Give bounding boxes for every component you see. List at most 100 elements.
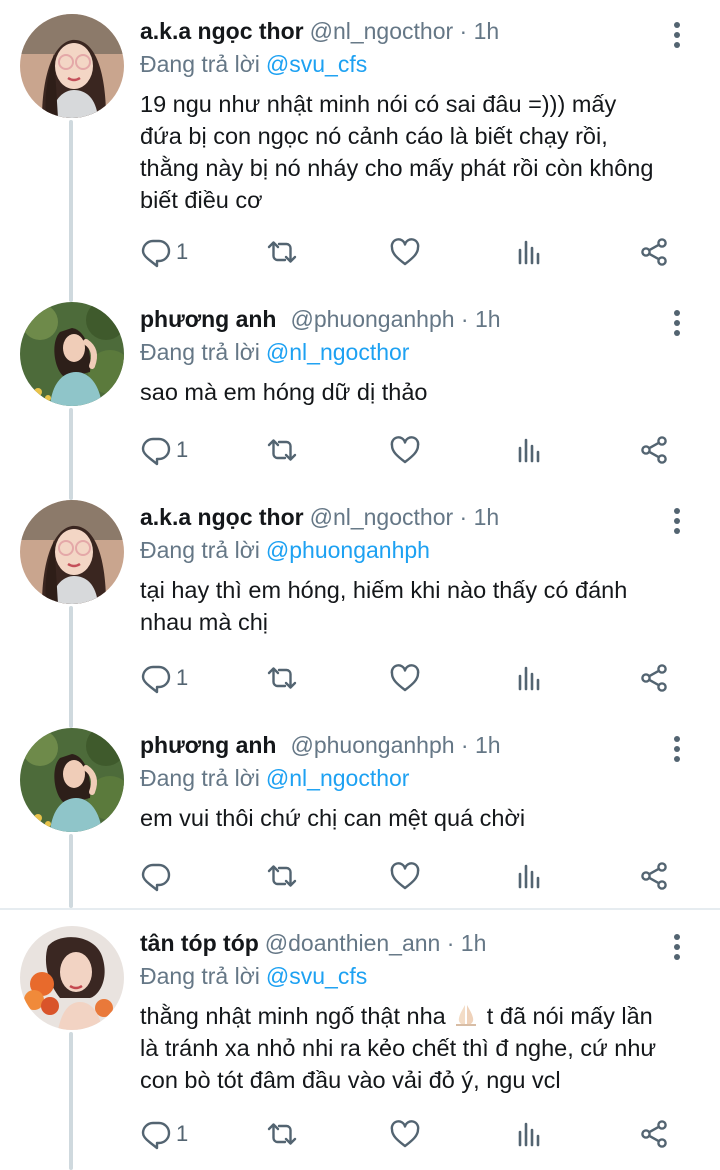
tweet-text-line: 19 ngu như nhật minh nói có sai đâu =)))… [140,91,617,117]
handle-time: @nl_ngocthor · 1h [309,504,500,530]
like-button[interactable] [389,430,421,470]
handle-time: @nl_ngocthor · 1h [309,18,500,44]
replying-to-label: Đang trả lời [140,51,260,77]
retweet-icon [266,434,298,466]
replying-to: Đang trả lời @nl_ngocthor [140,762,409,794]
reply-icon [140,860,172,892]
avatar[interactable] [20,926,124,1030]
reply-button[interactable]: 1 [140,232,188,272]
avatar[interactable] [20,728,124,832]
tweet-text-line: là tránh xa nhỏ nhi ra kẻo chết thì đ ng… [140,1035,657,1061]
retweet-button[interactable] [266,856,298,896]
share-icon [638,860,670,892]
reply-count: 1 [176,665,189,690]
display-name[interactable]: a.k.a ngọc thor [140,18,304,44]
more-vertical-icon[interactable] [664,306,692,340]
tweet-header: phương anh @phuonganhph · 1h [140,728,501,762]
tweet[interactable]: a.k.a ngọc thor @nl_ngocthor · 1h Đang tr… [0,500,720,710]
tweet-text-line: con bò tót đâm đầu vào vải đỏ ý, ngu vcl [140,1067,561,1093]
replying-to: Đang trả lời @nl_ngocthor [140,336,409,368]
analytics-icon [514,1118,546,1150]
tweet[interactable]: tân tóp tóp @doanthien_ann · 1h Đang trả … [0,926,720,1170]
tweet-text-line: thằng nhật minh ngố thật nha t đã nói mấ… [140,1000,700,1032]
retweet-icon [266,662,298,694]
tweet-text: tại hay thì em hóng, hiếm khi nào thấy c… [140,574,700,638]
retweet-button[interactable] [266,430,298,470]
share-icon [638,662,670,694]
analytics-button[interactable] [514,430,546,470]
more-vertical-icon[interactable] [664,930,692,964]
retweet-icon [266,860,298,892]
reply-button[interactable]: 1 [140,1114,188,1154]
reply-icon [140,434,172,466]
tweet-actions: 1 [0,658,720,698]
tweet-text: sao mà em hóng dữ dị thảo [140,376,700,408]
avatar[interactable] [20,500,124,604]
like-button[interactable] [389,658,421,698]
like-button[interactable] [389,856,421,896]
reply-button[interactable] [140,856,176,896]
avatar[interactable] [20,302,124,406]
display-name[interactable]: tân tóp tóp [140,930,259,956]
like-icon [389,860,421,892]
retweet-button[interactable] [266,658,298,698]
replying-to-handle[interactable]: @nl_ngocthor [266,339,410,365]
more-vertical-icon[interactable] [664,18,692,52]
replying-to-label: Đang trả lời [140,537,260,563]
share-button[interactable] [638,658,670,698]
replying-to-handle[interactable]: @phuonganhph [266,537,430,563]
replying-to: Đang trả lời @phuonganhph [140,534,430,566]
tweet-text-line: thằng này bị nó nháy cho mấy phát rồi cò… [140,155,654,181]
handle-time: @doanthien_ann · 1h [264,930,487,956]
display-name[interactable]: phương anh [140,732,276,758]
reply-button[interactable]: 1 [140,658,188,698]
tweet-actions: 1 [0,1114,720,1154]
more-vertical-icon[interactable] [664,504,692,538]
tweet[interactable]: phương anh @phuonganhph · 1h Đang trả lời… [0,302,720,482]
display-name[interactable]: a.k.a ngọc thor [140,504,304,530]
thread-divider [0,908,720,910]
more-vertical-icon[interactable] [664,732,692,766]
analytics-button[interactable] [514,658,546,698]
replying-to-handle[interactable]: @svu_cfs [266,963,367,989]
analytics-icon [514,434,546,466]
tweet-text: 19 ngu như nhật minh nói có sai đâu =)))… [140,88,700,216]
like-button[interactable] [389,1114,421,1154]
share-button[interactable] [638,1114,670,1154]
reply-icon [140,236,172,268]
analytics-button[interactable] [514,856,546,896]
avatar[interactable] [20,14,124,118]
tweet-text-line: tại hay thì em hóng, hiếm khi nào thấy c… [140,577,628,603]
reply-count: 1 [176,1121,189,1146]
tweet-actions [0,856,720,896]
reply-count: 1 [176,437,189,462]
retweet-icon [266,236,298,268]
share-button[interactable] [638,232,670,272]
analytics-icon [514,860,546,892]
tweet-header: phương anh @phuonganhph · 1h [140,302,501,336]
handle-time: @phuonganhph · 1h [290,732,501,758]
tweet-text-line: em vui thôi chứ chị can mệt quá chời [140,805,526,831]
analytics-button[interactable] [514,1114,546,1154]
retweet-button[interactable] [266,232,298,272]
like-icon [389,662,421,694]
like-button[interactable] [389,232,421,272]
tweet-actions: 1 [0,232,720,272]
share-icon [638,434,670,466]
retweet-icon [266,1118,298,1150]
share-button[interactable] [638,430,670,470]
reply-button[interactable]: 1 [140,430,188,470]
replying-to-handle[interactable]: @svu_cfs [266,51,367,77]
analytics-button[interactable] [514,232,546,272]
tweet[interactable]: a.k.a ngọc thor @nl_ngocthor · 1h Đang tr… [0,14,720,284]
tweet-header: a.k.a ngọc thor @nl_ngocthor · 1h [140,14,499,48]
reply-icon [140,662,172,694]
retweet-button[interactable] [266,1114,298,1154]
share-button[interactable] [638,856,670,896]
analytics-icon [514,236,546,268]
tweet-header: a.k.a ngọc thor @nl_ngocthor · 1h [140,500,499,534]
replying-to-handle[interactable]: @nl_ngocthor [266,765,410,791]
tweet[interactable]: phương anh @phuonganhph · 1h Đang trả lời… [0,728,720,908]
display-name[interactable]: phương anh [140,306,276,332]
replying-to-label: Đang trả lời [140,963,260,989]
